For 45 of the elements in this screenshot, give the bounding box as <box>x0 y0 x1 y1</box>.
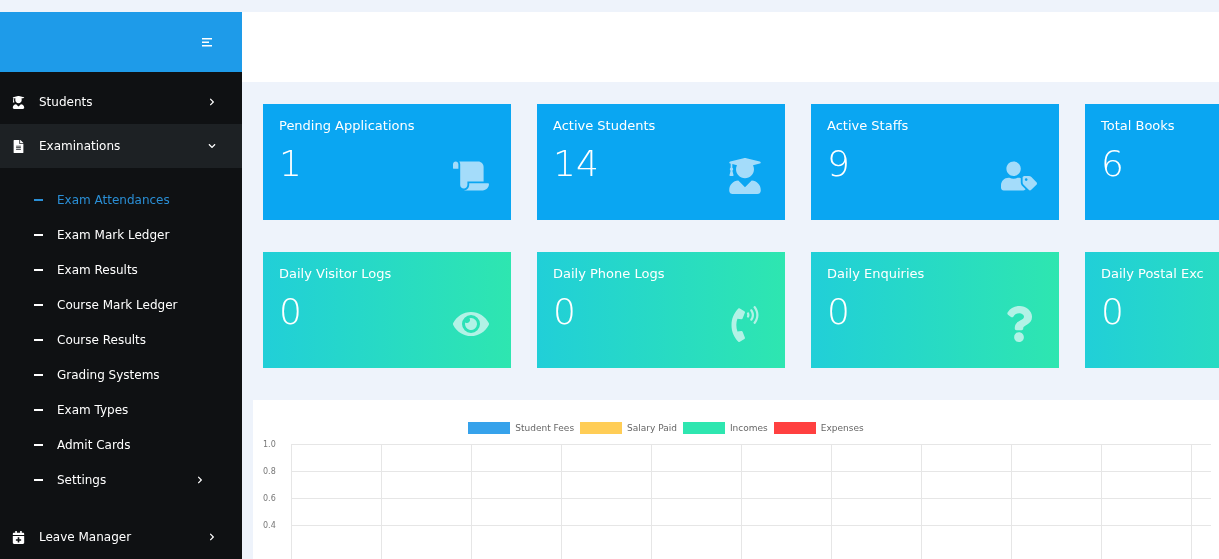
chevron-right-icon <box>208 98 216 106</box>
graduate-icon <box>727 158 763 194</box>
card-title: Total Books <box>1101 118 1176 133</box>
card-title: Daily Enquiries <box>827 266 926 281</box>
legend-label: Salary Paid <box>627 423 677 433</box>
chevron-right-icon <box>196 475 204 484</box>
sidebar-item[interactable]: Leave Manager <box>0 515 242 559</box>
submenu-item[interactable]: Course Results <box>0 322 242 357</box>
axis-tick: 0.6 <box>263 494 276 503</box>
submenu-item[interactable]: Exam Results <box>0 252 242 287</box>
card-value: 0 <box>827 291 850 332</box>
card-title: Active Students <box>553 118 657 133</box>
submenu-item[interactable]: Exam Types <box>0 392 242 427</box>
card-title: Pending Applications <box>279 118 416 133</box>
card-title: Daily Visitor Logs <box>279 266 393 281</box>
axis-tick: 1.0 <box>263 440 276 449</box>
card-value: 6 <box>1101 143 1124 184</box>
submenu-item[interactable]: Admit Cards <box>0 427 242 462</box>
axis-tick: 0.8 <box>263 467 276 476</box>
menu-icon[interactable] <box>202 37 212 47</box>
submenu-item[interactable]: Exam Mark Ledger <box>0 217 242 252</box>
menu-item-icon <box>12 95 25 109</box>
legend-label: Incomes <box>729 423 768 433</box>
legend-label: Student Fees <box>515 423 575 433</box>
chevron-right-icon <box>208 533 216 541</box>
axis-tick: 0.4 <box>263 521 276 530</box>
chevron-down-icon <box>208 142 216 150</box>
menu-item-icon <box>12 530 25 544</box>
card-title: Daily Postal Exc <box>1101 266 1205 281</box>
card-title: Active Staffs <box>827 118 910 133</box>
submenu-item[interactable]: Settings <box>0 462 242 497</box>
card-value: 9 <box>827 143 850 184</box>
sidebar-item[interactable]: Students <box>0 80 242 124</box>
sidebar-item[interactable]: Examinations <box>0 124 242 168</box>
card-value: 14 <box>553 143 599 184</box>
card-title: Daily Phone Logs <box>553 266 666 281</box>
card-value: 0 <box>279 291 302 332</box>
card-value: 1 <box>279 143 302 184</box>
submenu-item[interactable]: Grading Systems <box>0 357 242 392</box>
submenu-item[interactable]: Course Mark Ledger <box>0 287 242 322</box>
legend-label: Expenses <box>820 423 864 433</box>
card-value: 0 <box>1101 291 1124 332</box>
menu-item-icon <box>12 139 25 153</box>
card-value: 0 <box>553 291 576 332</box>
submenu-item[interactable]: Exam Attendances <box>0 182 242 217</box>
